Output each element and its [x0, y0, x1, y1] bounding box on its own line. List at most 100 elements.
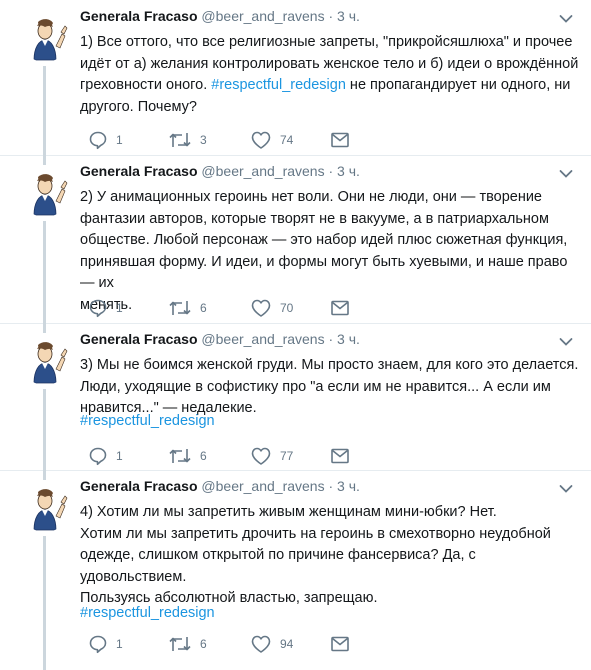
tweet-header: Generala Fracaso @beer_and_ravens · 3 ч. — [80, 478, 360, 494]
separator-dot: · — [328, 163, 334, 179]
tweet-header: Generala Fracaso @beer_and_ravens · 3 ч. — [80, 163, 360, 179]
author-name[interactable]: Generala Fracaso — [80, 331, 198, 347]
tweet-line: принявшая форму. И идеи, и формы могут б… — [80, 252, 580, 295]
tweet-line: 2) У анимационных героинь нет воли. Они … — [80, 187, 580, 209]
author-handle[interactable]: @beer_and_ravens — [201, 163, 324, 179]
reply-button[interactable]: 1 — [80, 634, 123, 654]
heart-icon — [250, 634, 272, 654]
direct-message-button[interactable] — [322, 446, 350, 466]
retweet-button[interactable]: 6 — [160, 446, 207, 466]
chevron-down-icon[interactable] — [559, 166, 573, 176]
reply-count: 1 — [116, 637, 123, 651]
tweet-text: 1) Все оттого, что все религиозные запре… — [80, 32, 580, 118]
tweet-actions: 1 6 77 — [80, 446, 400, 466]
thread-connector — [43, 323, 46, 333]
like-count: 77 — [280, 449, 294, 463]
separator-dot: · — [328, 8, 334, 24]
heart-icon — [250, 130, 272, 150]
tweet-line-text: 4) Хотим ли мы запретить живым женщинам … — [80, 504, 497, 520]
hashtag-link[interactable]: #respectful_redesign — [211, 77, 346, 93]
avatar[interactable] — [20, 335, 70, 385]
tweet-line-text: обществе. Любой персонаж — это набор иде… — [80, 232, 568, 248]
thread-connector — [43, 536, 46, 670]
tweet-line: обществе. Любой персонаж — это набор иде… — [80, 230, 580, 252]
like-button[interactable]: 74 — [242, 130, 293, 150]
tweet-line: фантазии авторов, которые творят не в ва… — [80, 209, 580, 231]
direct-message-button[interactable] — [322, 634, 350, 654]
separator-dot: · — [328, 331, 334, 347]
tweet-line: Хотим ли мы запретить дрочить на героинь… — [80, 524, 580, 546]
tweet-line: Люди, уходящие в софистику про "а если и… — [80, 377, 580, 399]
tweet[interactable]: Generala Fracaso @beer_and_ravens · 3 ч.… — [0, 0, 591, 156]
heart-icon — [250, 446, 272, 466]
tweet-line-text: фантазии авторов, которые творят не в ва… — [80, 210, 549, 227]
tweet-line-text: греховности оного. — [80, 77, 212, 93]
author-handle[interactable]: @beer_and_ravens — [201, 8, 324, 24]
separator-dot: · — [328, 478, 334, 494]
tweet-line-text: Люди, уходящие в софистику про "а если и… — [80, 378, 551, 395]
tweet-text: 2) У анимационных героинь нет воли. Они … — [80, 187, 580, 316]
reply-button[interactable]: 1 — [80, 446, 123, 466]
direct-message-button[interactable] — [322, 298, 350, 318]
tweet[interactable]: Generala Fracaso @beer_and_ravens · 3 ч.… — [0, 323, 591, 471]
author-name[interactable]: Generala Fracaso — [80, 8, 198, 24]
timestamp[interactable]: 3 ч. — [337, 163, 360, 179]
timestamp[interactable]: 3 ч. — [337, 8, 360, 24]
chevron-down-icon[interactable] — [559, 481, 573, 491]
tweet-line-text: 2) У анимационных героинь нет воли. Они … — [80, 189, 542, 205]
tweet-line-text: Хотим ли мы запретить дрочить на героинь… — [80, 525, 551, 542]
chevron-down-icon[interactable] — [559, 334, 573, 344]
envelope-icon — [330, 447, 350, 465]
envelope-icon — [330, 299, 350, 317]
direct-message-button[interactable] — [322, 130, 350, 150]
tweet-thread: Generala Fracaso @beer_and_ravens · 3 ч.… — [0, 0, 591, 670]
tweet-line: 1) Все оттого, что все религиозные запре… — [80, 32, 580, 54]
tweet-line-text: 3) Мы не боимся женской груди. Мы просто… — [80, 357, 579, 373]
tweet-line-text: принявшая форму. И идеи, и формы могут б… — [80, 253, 568, 292]
retweet-button[interactable]: 3 — [160, 130, 207, 150]
avatar[interactable] — [20, 12, 70, 62]
tweet-text: 3) Мы не боимся женской груди. Мы просто… — [80, 355, 580, 420]
envelope-icon — [330, 635, 350, 653]
thread-connector — [43, 389, 46, 470]
hashtag-link[interactable]: #respectful_redesign — [80, 603, 215, 625]
avatar[interactable] — [20, 167, 70, 217]
timestamp[interactable]: 3 ч. — [337, 478, 360, 494]
tweet-line: 4) Хотим ли мы запретить живым женщинам … — [80, 502, 580, 524]
like-button[interactable]: 70 — [242, 298, 293, 318]
tweet-line-text: идёт от а) желания контролировать женско… — [80, 55, 579, 72]
author-handle[interactable]: @beer_and_ravens — [201, 478, 324, 494]
tweet-line: другого. Почему? — [80, 97, 580, 119]
tweet-line-text: одежде, слишком открытой по причине фанс… — [80, 547, 476, 585]
reply-icon — [88, 130, 108, 150]
tweet-line: идёт от а) желания контролировать женско… — [80, 54, 580, 76]
retweet-button[interactable]: 6 — [160, 298, 207, 318]
author-name[interactable]: Generala Fracaso — [80, 478, 198, 494]
hashtag-link[interactable]: #respectful_redesign — [80, 411, 215, 433]
author-name[interactable]: Generala Fracaso — [80, 163, 198, 179]
tweet-actions: 1 6 70 — [80, 298, 400, 318]
like-button[interactable]: 94 — [242, 634, 293, 654]
reply-count: 1 — [116, 133, 123, 147]
reply-button[interactable]: 1 — [80, 130, 123, 150]
timestamp[interactable]: 3 ч. — [337, 331, 360, 347]
retweet-count: 6 — [200, 301, 207, 315]
like-count: 70 — [280, 301, 294, 315]
thread-connector — [43, 155, 46, 165]
retweet-button[interactable]: 6 — [160, 634, 207, 654]
retweet-count: 6 — [200, 449, 207, 463]
reply-icon — [88, 446, 108, 466]
reply-count: 1 — [116, 301, 123, 315]
reply-icon — [88, 634, 108, 654]
tweet-header: Generala Fracaso @beer_and_ravens · 3 ч. — [80, 8, 360, 24]
reply-button[interactable]: 1 — [80, 298, 123, 318]
tweet[interactable]: Generala Fracaso @beer_and_ravens · 3 ч.… — [0, 155, 591, 324]
tweet[interactable]: Generala Fracaso @beer_and_ravens · 3 ч.… — [0, 470, 591, 670]
like-button[interactable]: 77 — [242, 446, 293, 466]
retweet-icon — [168, 446, 192, 466]
chevron-down-icon[interactable] — [559, 11, 573, 21]
avatar[interactable] — [20, 482, 70, 532]
author-handle[interactable]: @beer_and_ravens — [201, 331, 324, 347]
tweet-actions: 1 6 94 — [80, 634, 400, 654]
reply-icon — [88, 298, 108, 318]
